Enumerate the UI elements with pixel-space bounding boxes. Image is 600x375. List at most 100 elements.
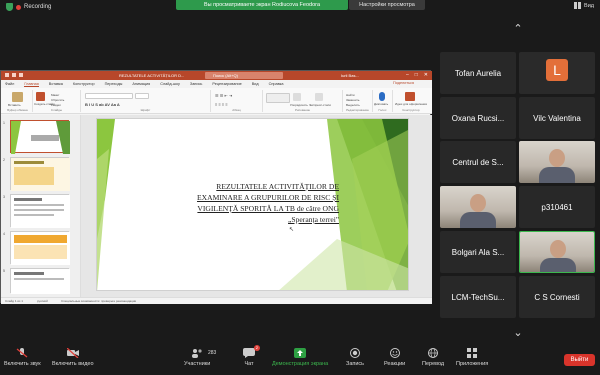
- ribbon-tab[interactable]: Рецензирование: [212, 82, 241, 86]
- shapes-gallery[interactable]: [266, 93, 290, 103]
- ribbon-tab[interactable]: Справка: [269, 82, 284, 86]
- minimize-icon[interactable]: –: [406, 72, 409, 78]
- share-screen-button[interactable]: Демонстрация экрана: [272, 348, 328, 367]
- bold-button[interactable]: B I U S ab AV Aa A: [85, 102, 120, 107]
- slide-title-line-2: EXAMINARE A GRUPURILOR DE RISC ȘI: [197, 193, 339, 202]
- record-button[interactable]: Запись: [346, 348, 364, 367]
- slide-thumbnails-pane[interactable]: 1 2 3 4 5: [1, 115, 81, 297]
- current-slide[interactable]: REZULTATELE ACTIVITĂȚILOR DE EXAMINARE A…: [96, 118, 409, 291]
- dictate-label[interactable]: Диктовать: [374, 102, 388, 106]
- recording-indicator[interactable]: Recording: [6, 3, 51, 11]
- translate-label: Перевод: [422, 361, 445, 367]
- view-label: Вид: [584, 2, 594, 9]
- participant-tile[interactable]: Tofan Aurelia: [440, 52, 516, 94]
- select-button[interactable]: Выделить: [346, 103, 360, 107]
- participant-tile[interactable]: Vilc Valentina: [519, 97, 595, 139]
- language-status[interactable]: русский: [37, 299, 48, 303]
- participant-tile[interactable]: Centrul de S...: [440, 141, 516, 183]
- ribbon-tab[interactable]: Вставка: [49, 82, 63, 86]
- mic-label: Включить звук: [4, 361, 41, 367]
- layout-label[interactable]: Макет: [51, 93, 60, 97]
- participant-video: [520, 232, 594, 272]
- designer-icon[interactable]: [405, 92, 415, 101]
- quick-styles-icon[interactable]: [315, 93, 323, 101]
- align-buttons[interactable]: ≡ ≡ ≡ ≡: [215, 102, 228, 107]
- slide-thumbnail-5[interactable]: [10, 268, 70, 294]
- reactions-label: Реакции: [384, 361, 406, 367]
- quick-styles-label[interactable]: Экспресс-стили: [309, 103, 331, 107]
- chat-button[interactable]: 2 Чат: [243, 345, 260, 367]
- group-label-voice: Голос: [378, 108, 387, 112]
- font-name-input[interactable]: [85, 93, 133, 99]
- accessibility-status[interactable]: Специальные возможности: проверьте реком…: [61, 299, 136, 303]
- user-name[interactable]: Iurii Bas...: [341, 73, 359, 78]
- ribbon-tab[interactable]: Главная: [24, 82, 39, 87]
- find-button[interactable]: Найти: [346, 93, 355, 97]
- participant-tile[interactable]: [519, 141, 595, 183]
- participant-tile[interactable]: L: [519, 52, 595, 94]
- maximize-icon[interactable]: □: [415, 72, 418, 78]
- close-icon[interactable]: ✕: [424, 72, 428, 78]
- participant-tile[interactable]: C S Cornesti: [519, 276, 595, 318]
- share-label: Демонстрация экрана: [272, 361, 329, 367]
- participant-tile[interactable]: Oxana Rucsi...: [440, 97, 516, 139]
- reactions-button[interactable]: Реакции: [384, 348, 405, 367]
- apps-label: Приложения: [456, 361, 489, 367]
- scroll-up-icon[interactable]: ⌃: [510, 22, 526, 35]
- paste-icon[interactable]: [12, 92, 23, 102]
- paste-label[interactable]: Вставить: [8, 103, 21, 107]
- slide-number-5: 5: [3, 269, 5, 273]
- view-options-button[interactable]: Настройки просмотра: [349, 0, 425, 10]
- slide-thumbnail-1[interactable]: [10, 120, 70, 154]
- participant-tile[interactable]: p310461: [519, 186, 595, 228]
- recording-dot-icon: [16, 4, 21, 10]
- ribbon-tab[interactable]: Файл: [5, 82, 14, 86]
- ribbon-tab[interactable]: Конструктор: [73, 82, 95, 86]
- search-input[interactable]: Поиск (Alt+Q): [205, 72, 283, 79]
- slide-number-3: 3: [3, 195, 5, 199]
- quick-access-toolbar[interactable]: [5, 73, 23, 77]
- leave-button[interactable]: Выйти: [564, 354, 595, 366]
- designer-group: Идеи для оформления Конструктор: [393, 90, 429, 112]
- mic-button[interactable]: Включить звук: [4, 348, 41, 367]
- slide-thumbnail-3[interactable]: [10, 194, 70, 228]
- slide-thumbnail-2[interactable]: [10, 157, 70, 191]
- participant-tile[interactable]: [440, 186, 516, 228]
- reset-label[interactable]: Сбросить: [51, 98, 64, 102]
- person-silhouette: [550, 240, 566, 258]
- translate-button[interactable]: Перевод: [422, 348, 444, 367]
- redo-icon[interactable]: [19, 73, 23, 77]
- participant-tile[interactable]: Bolgari Ala S...: [440, 231, 516, 273]
- font-size-input[interactable]: [135, 93, 149, 99]
- participant-tile[interactable]: LCM-TechSu...: [440, 276, 516, 318]
- design-ideas-label[interactable]: Идеи для оформления: [395, 102, 427, 106]
- share-button[interactable]: Поделиться: [393, 81, 414, 85]
- replace-button[interactable]: Заменить: [346, 98, 359, 102]
- ribbon-tabs: Файл Главная Вставка Конструктор Переходы Ани…: [1, 80, 432, 88]
- ribbon-tab[interactable]: Анимация: [132, 82, 150, 86]
- clipboard-group: Вставить Буфер обмена: [3, 90, 33, 112]
- view-button[interactable]: Вид: [574, 2, 594, 9]
- new-slide-icon[interactable]: [36, 92, 45, 101]
- ribbon-tab[interactable]: Слайд-шоу: [160, 82, 180, 86]
- arrange-label[interactable]: Упорядочить: [290, 103, 308, 107]
- participant-tile[interactable]: [519, 231, 595, 273]
- apps-button[interactable]: Приложения: [456, 348, 488, 367]
- microphone-icon[interactable]: [379, 92, 385, 101]
- save-icon[interactable]: [5, 73, 9, 77]
- ribbon-tab[interactable]: Запись: [190, 82, 202, 86]
- list-buttons[interactable]: ☰ ☰ ⇤ ⇥: [215, 93, 232, 98]
- window-controls[interactable]: – □ ✕: [406, 72, 428, 78]
- participant-name: Centrul de S...: [452, 157, 504, 167]
- slide-title[interactable]: REZULTATELE ACTIVITĂȚILOR DE EXAMINARE A…: [169, 181, 339, 225]
- section-label[interactable]: Раздел: [51, 103, 61, 107]
- arrange-icon[interactable]: [293, 93, 301, 101]
- drawing-group: Упорядочить Экспресс-стили Рисование: [263, 90, 343, 112]
- ribbon-tab[interactable]: Вид: [252, 82, 259, 86]
- ribbon-tab[interactable]: Переходы: [105, 82, 123, 86]
- participants-button[interactable]: Участники 283: [184, 348, 216, 367]
- video-button[interactable]: Включить видео: [52, 348, 94, 367]
- slide-thumbnail-4[interactable]: [10, 231, 70, 265]
- scroll-down-icon[interactable]: ⌄: [510, 326, 526, 339]
- undo-icon[interactable]: [12, 73, 16, 77]
